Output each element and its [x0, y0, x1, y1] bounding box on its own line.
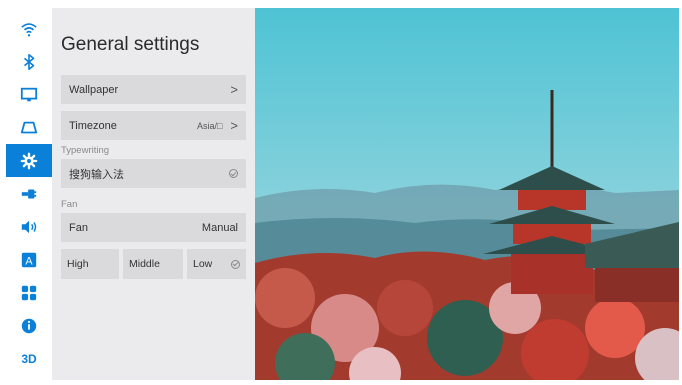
info-icon[interactable] [6, 309, 52, 342]
wallpaper-label: Wallpaper [69, 83, 119, 96]
fan-speed-high-label: High [67, 258, 89, 270]
display-icon[interactable] [6, 78, 52, 111]
gear-icon[interactable] [6, 144, 52, 177]
check-circle-icon [231, 259, 240, 269]
timezone-value: Asia/□ [196, 120, 223, 131]
fan-speed-middle-label: Middle [129, 258, 160, 270]
fan-label: Fan [69, 221, 88, 234]
check-circle-icon [229, 169, 238, 178]
fan-speed-low-button[interactable]: Low [187, 249, 246, 279]
apps-grid-icon[interactable] [6, 276, 52, 309]
fan-section-label: Fan [61, 199, 78, 210]
input-source-icon[interactable] [6, 177, 52, 210]
fan-mode-value: Manual [201, 221, 238, 234]
general-settings-panel: General settings Wallpaper > Timezone As… [52, 8, 255, 380]
page-title: General settings [61, 34, 200, 55]
fan-mode-row[interactable]: Fan Manual [61, 213, 246, 242]
timezone-label: Timezone [69, 119, 117, 132]
timezone-row[interactable]: Timezone Asia/□ > [61, 111, 246, 140]
wifi-icon[interactable] [6, 12, 52, 45]
settings-icon-sidebar: A 3D [6, 8, 52, 380]
chevron-right-icon: > [230, 82, 238, 97]
wallpaper-row[interactable]: Wallpaper > [61, 75, 246, 104]
typewriting-section-label: Typewriting [61, 145, 110, 156]
input-method-label: 搜狗输入法 [69, 168, 124, 181]
language-icon-label: A [25, 255, 33, 267]
3d-icon-label: 3D [21, 351, 37, 366]
projection-icon[interactable] [6, 111, 52, 144]
wallpaper-preview [255, 8, 679, 380]
settings-screen: A 3D General settings Wallpaper > Timezo… [6, 8, 679, 380]
3d-icon[interactable]: 3D [6, 342, 52, 375]
bluetooth-icon[interactable] [6, 45, 52, 78]
fan-speed-middle-button[interactable]: Middle [123, 249, 183, 279]
chevron-right-icon: > [230, 118, 238, 133]
volume-icon[interactable] [6, 210, 52, 243]
fan-speed-high-button[interactable]: High [61, 249, 119, 279]
fan-speed-low-label: Low [193, 258, 213, 270]
input-method-row[interactable]: 搜狗输入法 [61, 159, 246, 188]
language-icon[interactable]: A [6, 243, 52, 276]
